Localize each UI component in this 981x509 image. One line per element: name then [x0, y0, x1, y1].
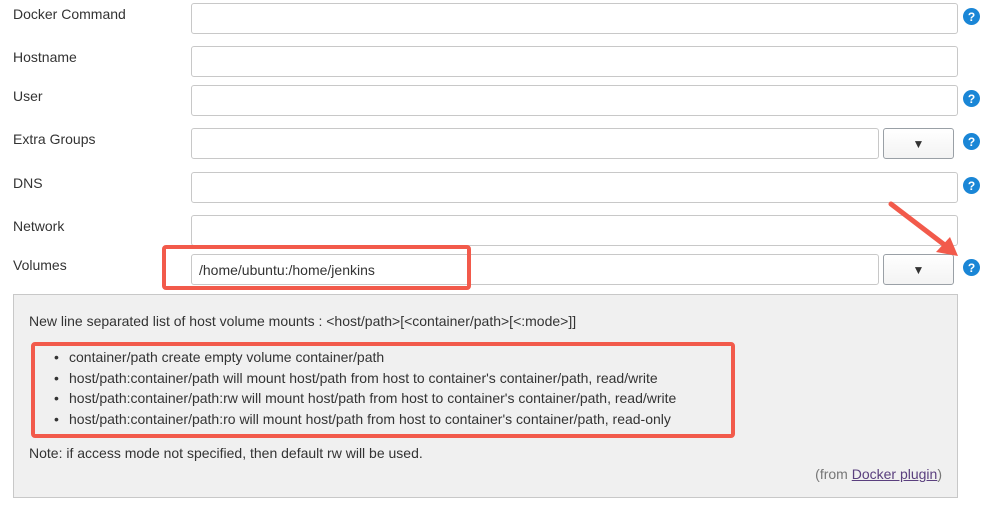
user-label: User [13, 88, 43, 104]
volumes-dropdown-button[interactable]: ▼ [883, 254, 954, 285]
help-icon-user[interactable]: ? [963, 90, 980, 107]
extra-groups-dropdown-button[interactable]: ▼ [883, 128, 954, 159]
extra-groups-input[interactable] [191, 128, 879, 159]
chevron-down-icon: ▼ [912, 262, 925, 277]
docker-command-label: Docker Command [13, 6, 126, 22]
help-icon-extra-groups[interactable]: ? [963, 133, 980, 150]
help-icon-docker-command[interactable]: ? [963, 8, 980, 25]
help-icon-dns[interactable]: ? [963, 177, 980, 194]
help-source-prefix: (from [815, 466, 852, 482]
hostname-input[interactable] [191, 46, 958, 77]
network-input[interactable] [191, 215, 958, 246]
network-label: Network [13, 218, 65, 234]
docker-plugin-link[interactable]: Docker plugin [852, 466, 938, 482]
help-source-suffix: ) [937, 466, 942, 482]
help-note: Note: if access mode not specified, then… [29, 445, 423, 461]
chevron-down-icon: ▼ [912, 136, 925, 151]
volumes-input-highlight [162, 245, 471, 290]
help-intro-text: New line separated list of host volume m… [29, 313, 577, 329]
volumes-label: Volumes [13, 257, 67, 273]
dns-label: DNS [13, 175, 43, 191]
extra-groups-label: Extra Groups [13, 131, 96, 147]
docker-command-input[interactable] [191, 3, 958, 34]
dns-input[interactable] [191, 172, 958, 203]
help-list-highlight [31, 342, 735, 438]
help-icon-volumes[interactable]: ? [963, 259, 980, 276]
help-source: (from Docker plugin) [815, 466, 942, 482]
hostname-label: Hostname [13, 49, 77, 65]
user-input[interactable] [191, 85, 958, 116]
